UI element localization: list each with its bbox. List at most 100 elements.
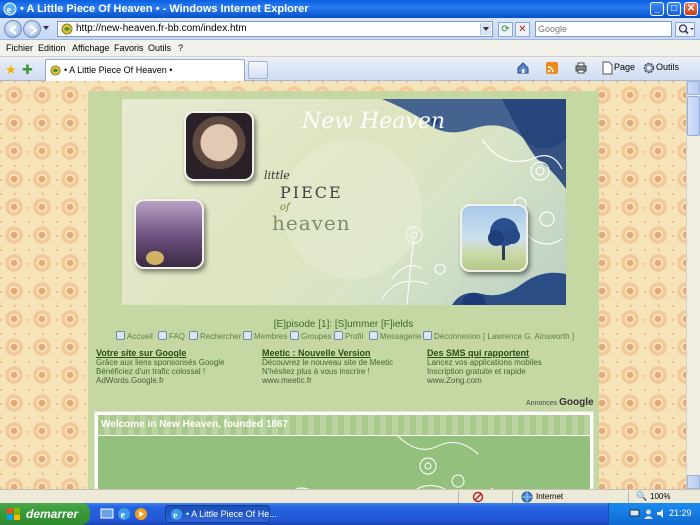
ad-line: N'hésitez plus à vous inscrire !	[262, 367, 370, 376]
nav-faq[interactable]: FAQ	[158, 331, 185, 341]
taskbar-ie-label: • A Little Piece Of He...	[186, 509, 277, 519]
forum-nav: Accueil FAQ Rechercher Membres Groupes P…	[112, 331, 582, 345]
nav-deconnexion-label: Déconnexion [ Lawrence G. Ainsworth ]	[434, 332, 575, 341]
ad-line: Bénéficiez d'un trafic colossal !	[96, 367, 206, 376]
nav-messagerie[interactable]: Messagerie	[369, 331, 421, 341]
ad-url[interactable]: www.Zong.com	[427, 376, 587, 385]
search-icon	[189, 331, 198, 340]
menu-fichier[interactable]: Fichier	[6, 43, 33, 53]
ad-title[interactable]: Des SMS qui rapportent	[427, 349, 587, 358]
ad-title[interactable]: Votre site sur Google	[96, 349, 256, 358]
window-title: • A Little Piece Of Heaven • - Windows I…	[20, 3, 309, 15]
taskbar-ie-window[interactable]: e • A Little Piece Of He...	[165, 505, 277, 523]
ad-line: Lancez vos applications mobiles	[427, 358, 542, 367]
nav-faq-label: FAQ	[169, 332, 186, 341]
menu-edition[interactable]: Edition	[38, 43, 66, 53]
ads-by-google[interactable]: Annonces Google	[526, 397, 594, 408]
printer-icon[interactable]	[574, 61, 588, 75]
svg-text:e: e	[7, 5, 12, 16]
system-tray: 21:29	[608, 503, 700, 525]
menu-help[interactable]: ?	[178, 43, 183, 53]
home-icon[interactable]	[516, 61, 530, 75]
search-button[interactable]	[675, 22, 695, 37]
ad-block-meetic[interactable]: Meetic : Nouvelle Version Découvrez le n…	[262, 349, 422, 386]
tab-current[interactable]: • A Little Piece Of Heaven •	[45, 59, 245, 81]
zone-label: Internet	[536, 492, 564, 501]
back-button[interactable]	[4, 20, 22, 38]
address-field[interactable]: http://new-heaven.fr-bb.com/index.htm	[57, 21, 493, 37]
status-separator	[458, 491, 459, 503]
maximize-button[interactable]: □	[667, 2, 681, 16]
nav-profil[interactable]: Profil	[334, 331, 363, 341]
home-icon	[116, 331, 125, 340]
menu-affichage[interactable]: Affichage	[72, 43, 109, 53]
address-dropdown[interactable]	[480, 23, 491, 35]
close-button[interactable]: ✕	[684, 2, 698, 16]
magnifier-icon	[678, 24, 694, 35]
episode-title: [E]pisode [1]: [S]ummer [F]ields	[273, 319, 414, 330]
recent-pages-dropdown[interactable]	[43, 26, 49, 30]
tab-favicon-icon	[50, 65, 61, 76]
scroll-up-button[interactable]	[687, 81, 700, 95]
zoom-level[interactable]: 100%	[650, 492, 670, 501]
ad-title[interactable]: Meetic : Nouvelle Version	[262, 349, 422, 358]
window-titlebar: e • A Little Piece Of Heaven • - Windows…	[0, 0, 700, 18]
nav-rechercher[interactable]: Rechercher	[189, 331, 241, 341]
welcome-body	[98, 435, 590, 489]
ad-url[interactable]: AdWords.Google.fr	[96, 376, 256, 385]
add-favorite-icon[interactable]: ✚	[22, 62, 33, 78]
privacy-icon[interactable]	[472, 491, 484, 503]
menu-favoris[interactable]: Favoris	[114, 43, 144, 53]
tray-network-icon[interactable]	[629, 508, 640, 519]
nav-accueil-label: Accueil	[127, 332, 153, 341]
status-separator	[628, 491, 629, 503]
clock: 21:29	[669, 508, 692, 518]
menu-outils[interactable]: Outils	[148, 43, 171, 53]
tools-menu[interactable]: Outils	[656, 62, 679, 72]
refresh-button[interactable]: ⟳	[498, 22, 513, 37]
ad-line: Inscription gratuite et rapide	[427, 367, 526, 376]
scroll-down-button[interactable]	[687, 475, 700, 489]
scroll-thumb[interactable]	[687, 96, 700, 136]
tab-bar: ★ ✚ • A Little Piece Of Heaven • Page Ou…	[0, 57, 700, 81]
page-viewport: New Heaven little PIECE of heaven [E]pis…	[0, 81, 686, 489]
page-menu[interactable]: Page	[614, 62, 635, 72]
tray-volume-icon[interactable]	[656, 508, 667, 519]
ad-block-google[interactable]: Votre site sur Google Grâce aux liens sp…	[96, 349, 256, 386]
nav-groupes[interactable]: Groupes	[290, 331, 332, 341]
start-label: demarrer	[26, 507, 79, 521]
nav-deconnexion[interactable]: Déconnexion [ Lawrence G. Ainsworth ]	[423, 331, 574, 341]
start-button[interactable]: demarrer	[0, 503, 90, 525]
nav-membres[interactable]: Membres	[243, 331, 287, 341]
search-input[interactable]	[536, 22, 654, 36]
new-tab-button[interactable]	[248, 61, 268, 79]
nav-accueil[interactable]: Accueil	[116, 331, 153, 341]
ad-line: Découvrez le nouveau site de Meetic	[262, 358, 394, 367]
photo-group	[134, 199, 204, 269]
rss-feed-icon[interactable]	[545, 61, 559, 75]
tray-user-icon[interactable]	[643, 508, 654, 519]
banner-title: New Heaven	[302, 109, 446, 134]
quicklaunch-desktop-icon[interactable]	[100, 507, 114, 521]
ad-block-zong[interactable]: Des SMS qui rapportent Lancez vos applic…	[427, 349, 587, 386]
forum-banner: New Heaven little PIECE of heaven	[122, 99, 566, 305]
favorites-star-icon[interactable]: ★	[5, 62, 17, 78]
forum-content: New Heaven little PIECE of heaven [E]pis…	[88, 91, 599, 489]
page-icon	[602, 61, 613, 75]
quicklaunch-ie-icon[interactable]: e	[117, 507, 131, 521]
minimize-button[interactable]: _	[650, 2, 664, 16]
vertical-scrollbar[interactable]	[686, 81, 700, 489]
banner-subtitle-little: little	[264, 169, 290, 182]
messages-icon	[369, 331, 378, 340]
globe-icon	[521, 491, 533, 503]
stop-button[interactable]: ✕	[515, 22, 530, 37]
quicklaunch-media-icon[interactable]	[134, 507, 148, 521]
menu-bar: Fichier Edition Affichage Favoris Outils…	[0, 40, 700, 57]
forward-button[interactable]	[23, 20, 41, 38]
url-text[interactable]: http://new-heaven.fr-bb.com/index.htm	[76, 23, 247, 34]
nav-rechercher-label: Rechercher	[200, 332, 242, 341]
tools-gear-icon	[643, 62, 655, 74]
ad-url[interactable]: www.meetic.fr	[262, 376, 422, 385]
nav-messagerie-label: Messagerie	[380, 332, 422, 341]
search-box[interactable]	[535, 21, 672, 37]
